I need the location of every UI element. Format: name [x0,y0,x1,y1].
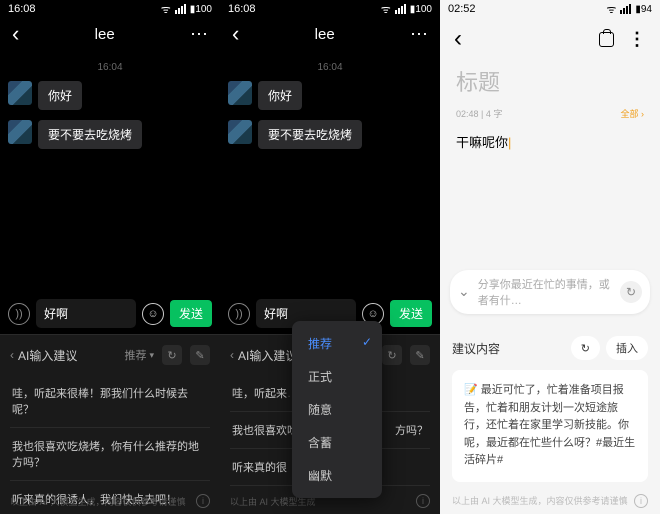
message-bubble[interactable]: 要不要去吃烧烤 [258,120,362,149]
message-row: 你好 [228,81,432,110]
wifi-icon: ᯤ [380,3,392,15]
chat-header: lee [0,15,220,54]
refresh-icon[interactable]: ↻ [162,345,182,365]
message-bubble[interactable]: 你好 [38,81,82,110]
suggestion-item[interactable]: 哇，听起来很棒！那我们什么时候去呢？ [10,375,210,428]
chat-input-bar: )) 好啊 ☺ 发送 [0,293,220,334]
wifi-icon: ᯤ [160,3,172,15]
clock: 02:52 [448,3,476,15]
tone-option-humor[interactable]: 幽默 [292,459,382,492]
info-icon[interactable]: i [634,494,648,508]
ai-suggestion-panel: AI输入建议 推荐 ↻ ✎ 哇，听起来很棒！那我们什么时候去呢？ 我也很喜欢吃烧… [0,334,220,514]
clock: 16:08 [8,3,36,15]
ai-suggestion-panel: 建议内容 插入 📝 最近可忙了，忙着准备项目报告，忙着和朋友计划一次短途旅行，还… [440,324,660,514]
signal-icon [395,4,407,14]
category-selector[interactable]: 全部 › [621,107,645,120]
avatar[interactable] [8,81,32,105]
message-bubble[interactable]: 要不要去吃烧烤 [38,120,142,149]
status-bar: 16:08 ᯤ ▮100 [0,0,220,15]
tone-dropdown: 推荐 正式 随意 含蓄 幽默 [292,321,382,498]
battery-icon: ▮94 [635,4,652,15]
battery-icon: ▮100 [410,4,432,15]
edit-icon[interactable]: ✎ [190,345,210,365]
tone-option-casual[interactable]: 随意 [292,393,382,426]
suggestion-title[interactable]: AI输入建议 [230,347,297,364]
more-button[interactable] [628,29,646,50]
tone-option-formal[interactable]: 正式 [292,360,382,393]
signal-icon [620,4,632,14]
status-bar: 02:52 ᯤ ▮94 [440,0,660,15]
suggestion-title: 建议内容 [452,340,500,357]
clock: 16:08 [228,3,256,15]
note-header [440,15,660,59]
voice-icon[interactable]: )) [228,303,250,325]
insert-button[interactable]: 插入 [606,336,648,360]
more-button[interactable] [190,24,208,45]
chat-title: lee [95,26,115,43]
archive-icon[interactable] [599,32,614,47]
suggestion-title[interactable]: AI输入建议 [10,347,77,364]
screen-note: 02:52 ᯤ ▮94 标题 02:48 | 4 字 全部 › 干嘛呢你 分享你… [440,0,660,514]
ai-send-button[interactable]: ↻ [620,281,642,303]
signal-icon [175,4,187,14]
battery-icon: ▮100 [190,4,212,15]
back-button[interactable] [454,25,462,53]
suggestion-header: 建议内容 插入 [452,336,648,360]
screen-chat-2: 16:08 ᯤ ▮100 lee 16:04 你好 要不要去吃烧烤 )) 好啊 … [220,0,440,514]
send-button[interactable]: 发送 [170,300,212,327]
screen-chat-1: 16:08 ᯤ ▮100 lee 16:04 你好 要不要去吃烧烤 )) 好啊 … [0,0,220,514]
back-button[interactable] [232,23,239,46]
avatar[interactable] [228,120,252,144]
edit-icon[interactable]: ✎ [410,345,430,365]
note-meta: 02:48 | 4 字 全部 › [456,103,644,130]
suggestion-footer: 以上由 AI 大模型生成，内容仅供参考请谨慎 i [452,494,648,508]
suggestion-header: AI输入建议 推荐 ↻ ✎ [10,345,210,365]
chevron-down-icon[interactable] [458,283,470,301]
avatar[interactable] [8,120,32,144]
send-button[interactable]: 发送 [390,300,432,327]
message-row: 你好 [8,81,212,110]
avatar[interactable] [228,81,252,105]
more-button[interactable] [410,24,428,45]
suggestion-item[interactable]: 我也很喜欢吃烧烤，你有什么推荐的地方吗？ [10,428,210,481]
voice-icon[interactable]: )) [8,303,30,325]
emoji-icon[interactable]: ☺ [142,303,164,325]
message-row: 要不要去吃烧烤 [228,120,432,149]
message-timestamp: 16:04 [8,62,212,73]
message-bubble[interactable]: 你好 [258,81,302,110]
suggestion-footer: 以上由 AI 大模型生成，内容仅供参考请谨慎 i [10,494,210,508]
wifi-icon: ᯤ [605,3,617,15]
message-timestamp: 16:04 [228,62,432,73]
info-icon[interactable]: i [196,494,210,508]
message-list: 16:04 你好 要不要去吃烧烤 [0,54,220,163]
mode-selector[interactable]: 推荐 [124,347,154,363]
message-list: 16:04 你好 要不要去吃烧烤 [220,54,440,163]
tone-option-recommend[interactable]: 推荐 [292,327,382,360]
message-input[interactable]: 好啊 [36,299,136,328]
ai-prompt-bar[interactable]: 分享你最近在忙的事情，或者有什… ↻ [450,270,650,314]
note-body: 标题 02:48 | 4 字 全部 › 干嘛呢你 [440,59,660,153]
note-content[interactable]: 干嘛呢你 [456,130,644,153]
message-row: 要不要去吃烧烤 [8,120,212,149]
refresh-icon[interactable]: ↻ [382,345,402,365]
suggestion-card[interactable]: 📝 最近可忙了，忙着准备项目报告，忙着和朋友计划一次短途旅行，还忙着在家里学习新… [452,370,648,482]
chat-title: lee [315,26,335,43]
ai-prompt-placeholder: 分享你最近在忙的事情，或者有什… [478,276,612,308]
tone-option-subtle[interactable]: 含蓄 [292,426,382,459]
refresh-button[interactable] [571,336,600,360]
back-button[interactable] [12,23,19,46]
info-icon[interactable]: i [416,494,430,508]
chat-header: lee [220,15,440,54]
status-bar: 16:08 ᯤ ▮100 [220,0,440,15]
note-title-input[interactable]: 标题 [456,59,644,103]
